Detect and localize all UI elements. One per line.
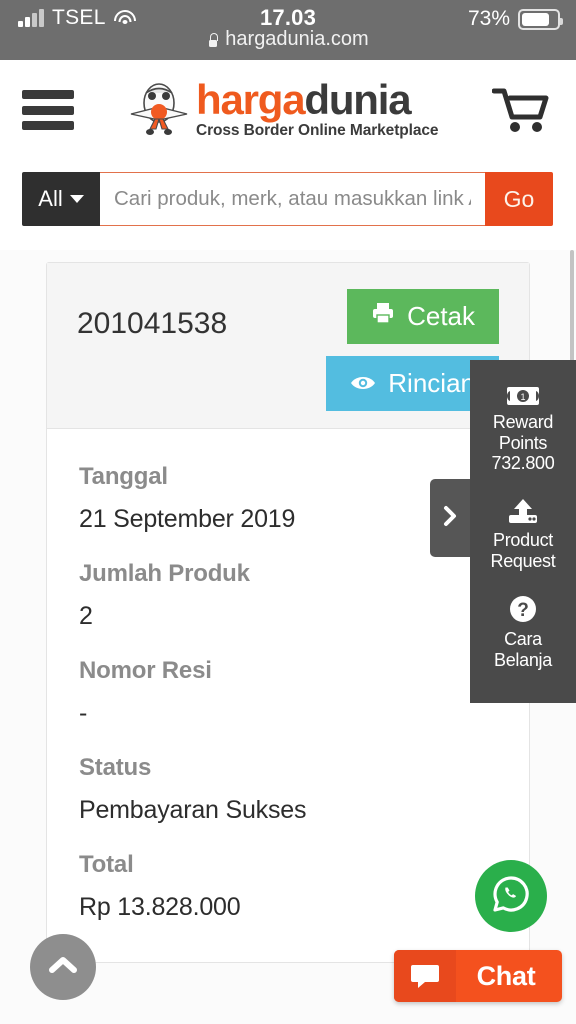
chevron-down-icon bbox=[69, 195, 84, 203]
airplane-mascot-icon bbox=[128, 77, 190, 143]
search-go-button[interactable]: Go bbox=[485, 172, 553, 226]
search-input[interactable] bbox=[100, 172, 485, 226]
field-value-status: Pembayaran Sukses bbox=[79, 796, 307, 824]
chat-button[interactable]: Chat bbox=[394, 950, 562, 1002]
svg-text:?: ? bbox=[517, 600, 529, 621]
reward-points-line2: Points bbox=[498, 432, 548, 453]
whatsapp-icon bbox=[490, 873, 532, 920]
order-field: Jumlah Produk 2 bbox=[79, 560, 497, 631]
search-row: All Go bbox=[0, 160, 576, 250]
order-field: Nomor Resi - bbox=[79, 657, 497, 728]
brand-part-dunia: dunia bbox=[304, 75, 411, 123]
order-field: Total Rp 13.828.000 bbox=[79, 851, 497, 922]
search-box: All Go bbox=[22, 172, 553, 226]
detail-button-label: Rincian bbox=[388, 368, 475, 398]
speech-bubble-icon bbox=[394, 950, 456, 1002]
hamburger-menu-icon[interactable] bbox=[22, 90, 74, 130]
banknote-icon: 1 bbox=[476, 386, 570, 406]
order-card-header: 201041538 Cetak Rincian bbox=[47, 263, 529, 429]
category-label: All bbox=[38, 186, 63, 211]
order-card: 201041538 Cetak Rincian Tanggal 21 Septe… bbox=[46, 262, 530, 963]
field-label-nomor-resi: Nomor Resi bbox=[79, 657, 212, 684]
side-panel-item-reward-points[interactable]: 1 Reward Points 732.800 bbox=[474, 376, 572, 488]
site-logo[interactable]: hargadunia Cross Border Online Marketpla… bbox=[128, 77, 439, 143]
side-panel-toggle[interactable] bbox=[430, 479, 470, 557]
mobile-browser-screen: TSEL 17.03 73% hargadunia.com hargadunia… bbox=[0, 0, 576, 1024]
print-button-label: Cetak bbox=[407, 301, 475, 331]
reward-points-value: 732.800 bbox=[491, 453, 555, 474]
field-label-total: Total bbox=[79, 851, 134, 878]
chat-button-label: Chat bbox=[476, 960, 536, 991]
field-label-status: Status bbox=[79, 754, 152, 781]
category-dropdown[interactable]: All bbox=[22, 172, 100, 226]
product-request-line2: Request bbox=[490, 550, 556, 571]
field-value-jumlah-produk: 2 bbox=[79, 602, 93, 630]
reward-points-line1: Reward bbox=[492, 412, 554, 432]
side-panel-item-product-request[interactable]: Product Request bbox=[474, 488, 572, 585]
lock-icon bbox=[207, 32, 218, 47]
field-label-jumlah-produk: Jumlah Produk bbox=[79, 560, 250, 587]
order-field: Status Pembayaran Sukses bbox=[79, 754, 497, 825]
chevron-right-icon bbox=[442, 505, 458, 532]
scroll-to-top-button[interactable] bbox=[30, 934, 96, 1000]
cara-belanja-label: Cara Belanja bbox=[494, 629, 552, 671]
battery-icon bbox=[518, 8, 563, 30]
upload-icon bbox=[476, 498, 570, 524]
svg-text:1: 1 bbox=[520, 392, 525, 402]
url-label: hargadunia.com bbox=[225, 28, 369, 50]
question-mark-icon: ? bbox=[476, 595, 570, 623]
chevron-up-icon bbox=[48, 955, 78, 980]
ios-status-bar: TSEL 17.03 73% hargadunia.com bbox=[0, 0, 576, 60]
product-request-line1: Product bbox=[493, 530, 553, 551]
brand-tagline: Cross Border Online Marketplace bbox=[196, 122, 439, 140]
brand-part-harga: harga bbox=[196, 75, 306, 123]
brand-text: hargadunia Cross Border Online Marketpla… bbox=[196, 78, 439, 141]
side-quick-panel: 1 Reward Points 732.800 Product Request bbox=[470, 360, 576, 703]
eye-icon bbox=[350, 368, 376, 399]
shopping-cart-icon[interactable] bbox=[491, 86, 550, 134]
whatsapp-button[interactable] bbox=[475, 860, 547, 932]
field-value-nomor-resi: - bbox=[79, 699, 88, 727]
field-value-total: Rp 13.828.000 bbox=[79, 893, 241, 921]
side-panel-item-cara-belanja[interactable]: ? Cara Belanja bbox=[474, 585, 572, 684]
site-header: hargadunia Cross Border Online Marketpla… bbox=[0, 60, 576, 160]
printer-icon bbox=[371, 301, 395, 332]
brand-wordmark: hargadunia bbox=[196, 78, 438, 120]
browser-url-bar[interactable]: hargadunia.com bbox=[0, 28, 576, 51]
print-button[interactable]: Cetak bbox=[347, 289, 499, 344]
